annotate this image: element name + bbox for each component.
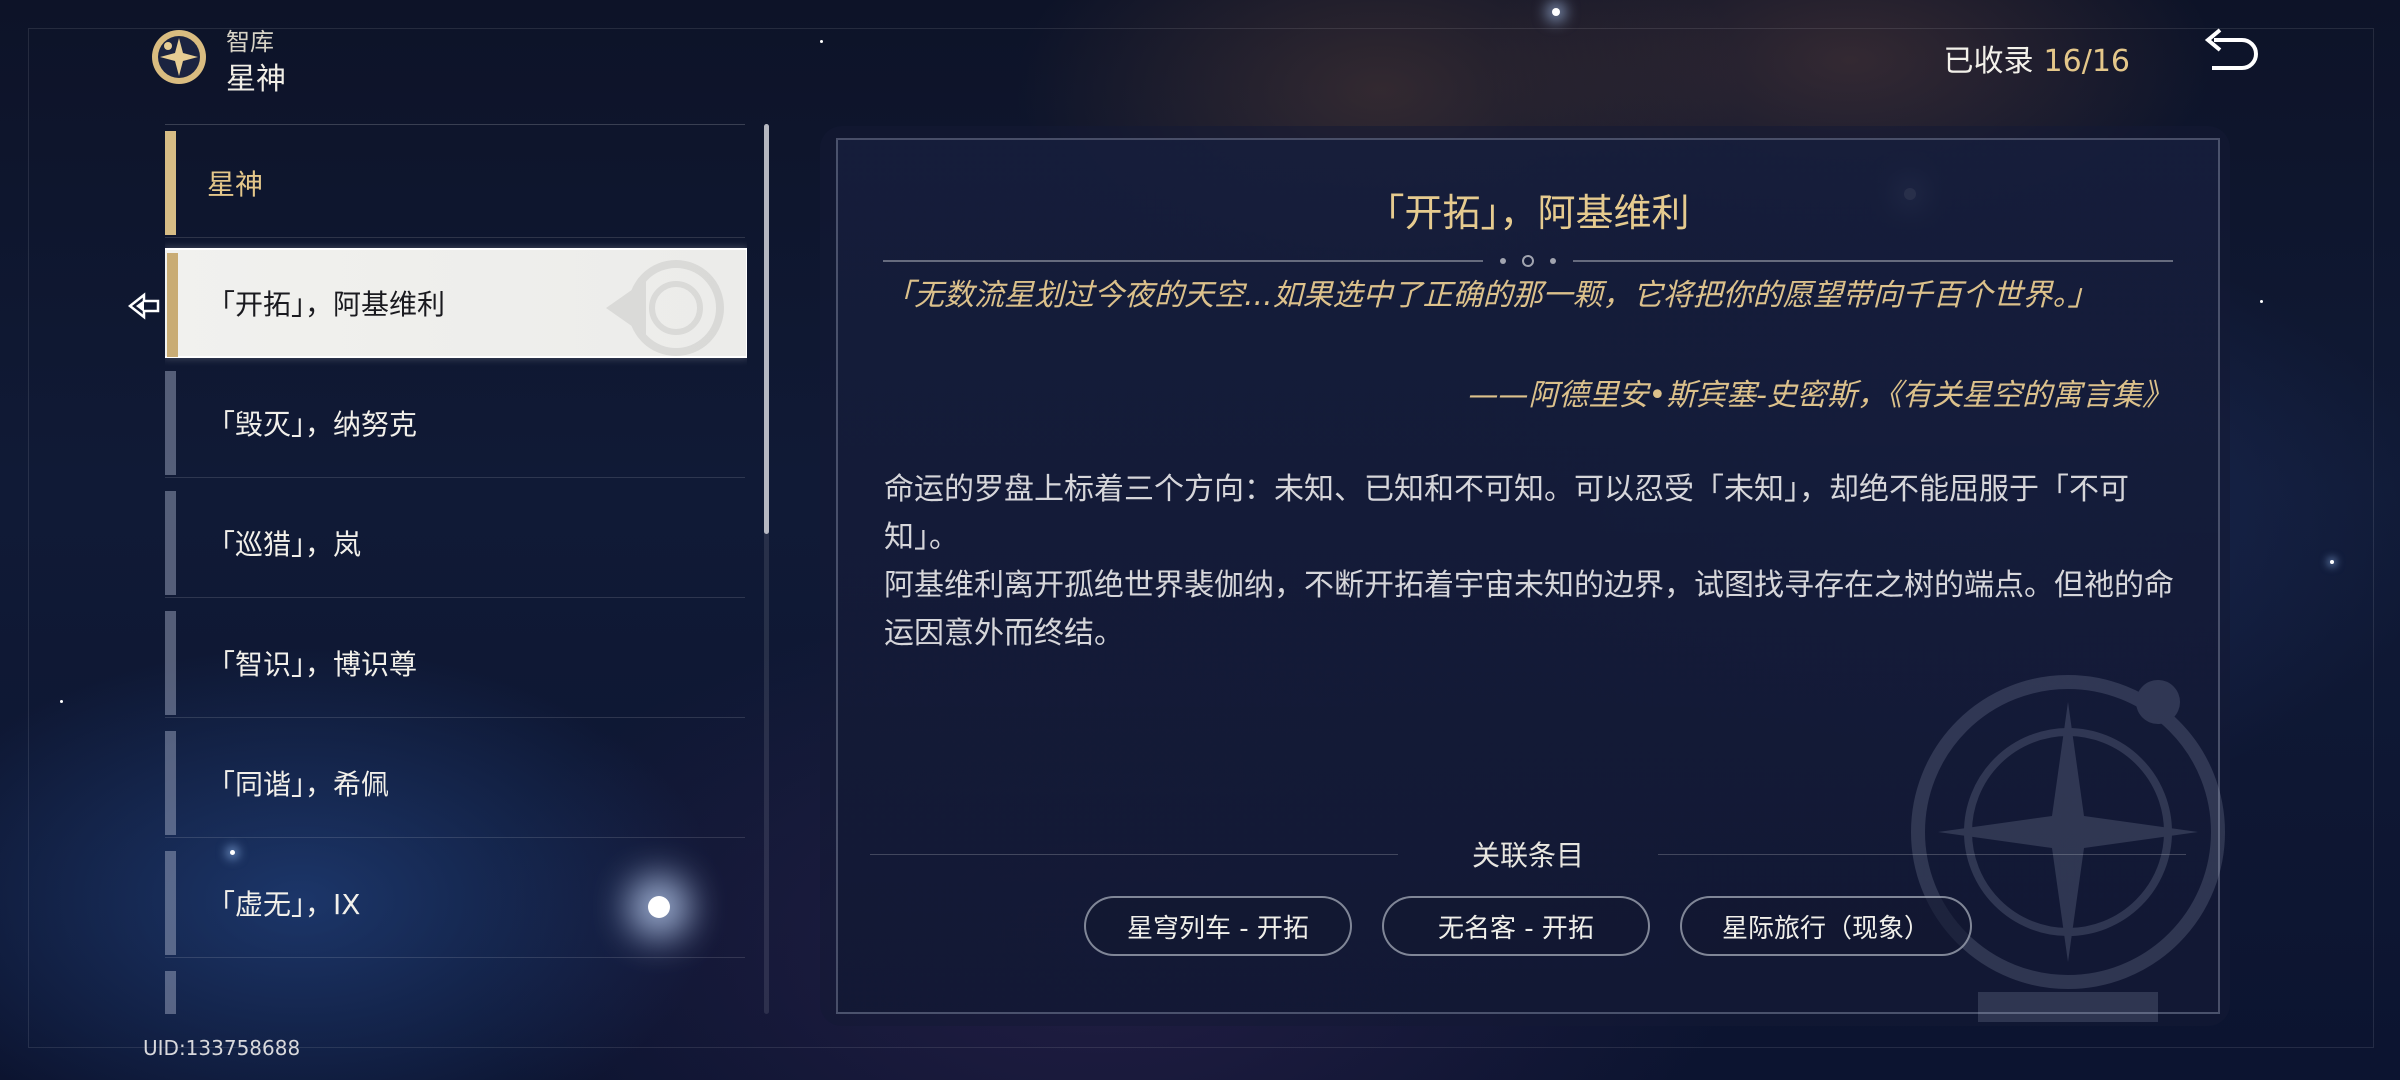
star bbox=[1552, 8, 1560, 16]
list-item-marker bbox=[167, 253, 178, 357]
description-text: 命运的罗盘上标着三个方向：未知、已知和不可知。可以忍受「未知」，却绝不能屈服于「… bbox=[884, 466, 2174, 658]
list-item-label: 星神 bbox=[207, 167, 264, 201]
page-title: 星神 bbox=[226, 62, 286, 97]
list-category-header[interactable]: 星神 bbox=[165, 128, 745, 238]
related-entry-button[interactable]: 星际旅行（现象） bbox=[1679, 896, 1972, 956]
description-paragraph: 阿基维利离开孤绝世界裴伽纳，不断开拓着宇宙未知的边界，试图找寻存在之树的端点。但… bbox=[884, 568, 2174, 651]
detail-title: 「开拓」，阿基维利 bbox=[1366, 191, 1690, 235]
trailblaze-emblem-icon bbox=[606, 260, 724, 356]
list-item-marker bbox=[165, 851, 176, 955]
detail-panel: 「开拓」，阿基维利 「无数流星划过今夜的天空...如果选中了正确的那一颗，它将把… bbox=[836, 138, 2225, 1022]
collection-counter: 已收录 16/16 bbox=[1944, 36, 2130, 80]
list-item[interactable]: 「巡猎」，岚 bbox=[165, 488, 745, 598]
star bbox=[2330, 560, 2334, 564]
collected-label: 已收录 bbox=[1943, 44, 2034, 79]
list-item[interactable] bbox=[165, 968, 745, 1014]
list-item-marker bbox=[165, 371, 176, 475]
list-item-label: 「同谐」，希佩 bbox=[207, 767, 390, 801]
collected-count: 16/16 bbox=[2043, 44, 2130, 79]
title-divider bbox=[883, 255, 2173, 267]
selection-cursor-icon bbox=[127, 292, 160, 320]
quote-attribution: ——阿德里安•斯宾塞-史密斯，《有关星空的寓言集》 bbox=[1468, 378, 2172, 413]
list-item[interactable]: 「毁灭」，纳努克 bbox=[165, 368, 745, 478]
related-entries: 星穹列车 - 开拓 无名客 - 开拓 星际旅行（现象） bbox=[838, 896, 2218, 956]
player-uid: UID:133758688 bbox=[143, 1036, 301, 1060]
epigraph-quote: 「无数流星划过今夜的天空...如果选中了正确的那一颗，它将把你的愿望带向千百个世… bbox=[884, 278, 2098, 313]
related-divider-right bbox=[1658, 854, 2186, 855]
star bbox=[820, 40, 823, 43]
back-arrow-icon bbox=[2204, 28, 2258, 70]
section-category: 智库 bbox=[226, 28, 274, 56]
list-item-marker bbox=[165, 611, 176, 715]
list-item-marker bbox=[165, 491, 176, 595]
list-item-label: 「巡猎」，岚 bbox=[207, 527, 362, 561]
list-item[interactable]: 「智识」，博识尊 bbox=[165, 608, 745, 718]
star bbox=[2260, 300, 2263, 303]
back-button[interactable] bbox=[2200, 28, 2260, 82]
list-item[interactable]: 「开拓」，阿基维利 bbox=[165, 248, 747, 358]
list-item[interactable]: 「虚无」，IX bbox=[165, 848, 745, 958]
related-entry-button[interactable]: 无名客 - 开拓 bbox=[1381, 896, 1650, 956]
related-entry-button[interactable]: 星穹列车 - 开拓 bbox=[1083, 896, 1352, 956]
list-item-label: 「毁灭」，纳努克 bbox=[207, 407, 418, 441]
list-item-marker bbox=[165, 731, 176, 835]
list-item[interactable]: 「同谐」，希佩 bbox=[165, 728, 745, 838]
list-item-label: 「虚无」，IX bbox=[207, 887, 361, 921]
list-item-marker bbox=[165, 131, 176, 235]
star bbox=[60, 700, 63, 703]
list-scrollbar-thumb[interactable] bbox=[764, 124, 769, 534]
archive-logo-icon bbox=[150, 28, 208, 86]
list-item-label: 「智识」，博识尊 bbox=[207, 647, 418, 681]
entry-list[interactable]: 星神「开拓」，阿基维利 「毁灭」，纳努克 「巡猎」，岚「智识」，博识尊 「同谐」，希佩… bbox=[165, 124, 747, 1014]
list-item-label: 「开拓」，阿基维利 bbox=[207, 288, 446, 321]
list-item-marker bbox=[165, 971, 176, 1014]
description-paragraph: 命运的罗盘上标着三个方向：未知、已知和不可知。可以忍受「未知」，却绝不能屈服于「… bbox=[884, 472, 2129, 555]
